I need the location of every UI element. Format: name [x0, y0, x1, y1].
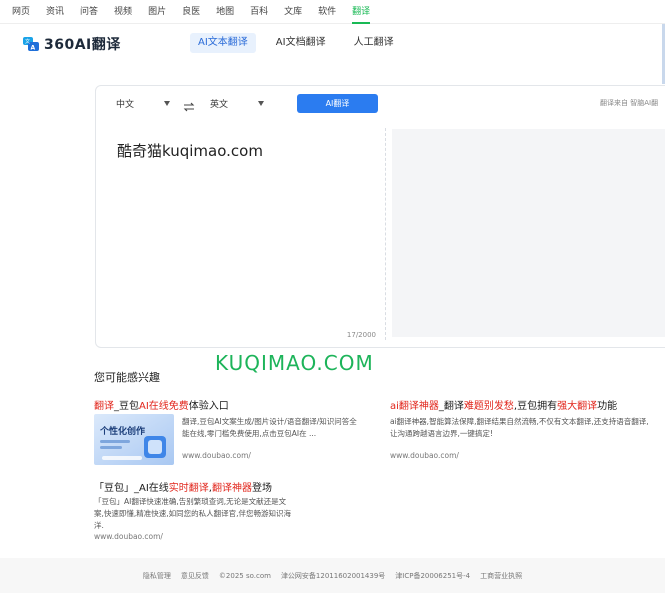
chevron-down-icon [164, 100, 170, 106]
nav-images[interactable]: 图片 [148, 0, 166, 24]
footer-feedback-link[interactable]: 意见反馈 [181, 571, 209, 581]
tab-ai-document[interactable]: AI文档翻译 [268, 33, 334, 53]
pane-divider [385, 128, 386, 340]
footer-license-link[interactable]: 工商营业执照 [480, 571, 522, 581]
rec-link-3-part: 登场 [251, 483, 272, 494]
rec-thumbnail[interactable]: 个性化创作 [94, 414, 174, 465]
rec-link-2[interactable]: ai翻译神器_翻译难题别发愁,豆包拥有强大翻译功能 [390, 397, 617, 412]
rec-link-2-part: _翻译 [438, 401, 464, 412]
translator-toolbar: 中文 英文 AI翻译 翻译来自 智脑AI翻 [96, 86, 665, 122]
rec-link-1-part: AI在线免费 [139, 401, 189, 412]
rec-link-1[interactable]: 翻译_豆包AI在线免费体验入口 [94, 397, 229, 412]
svg-text:A: A [31, 45, 36, 52]
rec-link-2-part: 强大翻译 [557, 401, 598, 412]
ai-translate-button[interactable]: AI翻译 [297, 94, 378, 113]
nav-wenku[interactable]: 文库 [284, 0, 302, 24]
rec-url-1[interactable]: www.doubao.com/ [182, 451, 251, 460]
rec-url-2[interactable]: www.doubao.com/ [390, 451, 459, 460]
translation-output-area [392, 129, 665, 337]
source-language-select[interactable]: 中文 [116, 94, 174, 112]
rec-description-1: 翻译,豆包AI文案生成/图片设计/语音翻译/知识问答全能在线,零门槛免费使用,点… [182, 417, 357, 438]
rec-link-1-part: 体验入口 [188, 401, 229, 412]
logo[interactable]: A 文 360AI翻译 [22, 34, 121, 54]
nav-news[interactable]: 资讯 [46, 0, 64, 24]
translation-source-note: 翻译来自 智脑AI翻 [600, 99, 659, 107]
rec-link-3-part: 实时翻译 [168, 483, 209, 494]
top-nav: 网页 资讯 问答 视频 图片 良医 地图 百科 文库 软件 翻译 [0, 0, 665, 24]
tab-ai-text[interactable]: AI文本翻译 [190, 33, 256, 53]
nav-video[interactable]: 视频 [114, 0, 132, 24]
thumbnail-text: 个性化创作 [99, 425, 145, 437]
footer-icp-link[interactable]: 津ICP备20006251号-4 [395, 571, 470, 581]
chevron-down-icon [258, 100, 264, 106]
recommendations-title: 您可能感兴趣 [94, 371, 160, 384]
rec-link-2-part: ,豆包拥有 [513, 401, 558, 412]
rec-link-2-part: 难题别发愁 [463, 401, 514, 412]
rec-link-2-part: 功能 [597, 401, 618, 412]
nav-health[interactable]: 良医 [182, 0, 200, 24]
nav-software[interactable]: 软件 [318, 0, 336, 24]
nav-translate[interactable]: 翻译 [352, 0, 371, 24]
rec-link-3-part: 「豆包」_AI在线 [94, 483, 169, 494]
swap-languages-icon[interactable] [183, 97, 195, 112]
rec-link-3[interactable]: 「豆包」_AI在线实时翻译,翻译神器登场 [94, 479, 272, 494]
rec-url-3[interactable]: www.doubao.com/ [94, 532, 163, 541]
translate-tabs: AI文本翻译 AI文档翻译 人工翻译 [190, 33, 414, 53]
nav-qa[interactable]: 问答 [80, 0, 98, 24]
nav-maps[interactable]: 地图 [216, 0, 234, 24]
source-text: 酷奇猫kuqimao.com [117, 142, 263, 160]
source-text-area[interactable]: 酷奇猫kuqimao.com 17/2000 [97, 122, 386, 347]
header: A 文 360AI翻译 AI文本翻译 AI文档翻译 人工翻译 [0, 24, 665, 62]
footer-privacy-link[interactable]: 隐私管理 [143, 571, 171, 581]
footer-police-record-link[interactable]: 津公网安备12011602001439号 [281, 571, 385, 581]
translator-card: 中文 英文 AI翻译 翻译来自 智脑AI翻 酷奇猫kuqimao.com 17/… [95, 85, 665, 348]
footer-copyright: ©2025 so.com [218, 571, 271, 580]
rec-link-2-part: ai翻译神器 [390, 401, 439, 412]
svg-text:文: 文 [25, 38, 30, 45]
rec-description-2: ai翻译神器,智能算法保障,翻译结果自然流畅,不仅有文本翻译,还支持语音翻译,让… [390, 417, 649, 438]
tab-human[interactable]: 人工翻译 [346, 33, 402, 53]
rec-description-3: 「豆包」AI翻译快速准确,告别繁琐查词,无论是文献还是文案,快速即懂,精准快速,… [94, 497, 292, 530]
watermark-text: KUQIMAO.COM [215, 351, 374, 375]
footer: 隐私管理 意见反馈 ©2025 so.com 津公网安备120116020014… [0, 558, 665, 593]
watermark: KUQIMAO.COM [215, 348, 410, 378]
target-language-label: 英文 [210, 99, 229, 110]
character-counter: 17/2000 [346, 331, 376, 339]
source-language-label: 中文 [116, 99, 135, 110]
rec-link-3-part: 翻译神器 [211, 483, 252, 494]
nav-baike[interactable]: 百科 [250, 0, 268, 24]
logo-text: 360AI翻译 [44, 37, 121, 53]
target-language-select[interactable]: 英文 [210, 94, 268, 112]
rec-link-1-part: _豆包 [114, 401, 139, 412]
rec-link-1-part: 翻译 [94, 401, 114, 412]
logo-icon: A 文 [22, 36, 40, 52]
nav-web[interactable]: 网页 [12, 0, 30, 24]
